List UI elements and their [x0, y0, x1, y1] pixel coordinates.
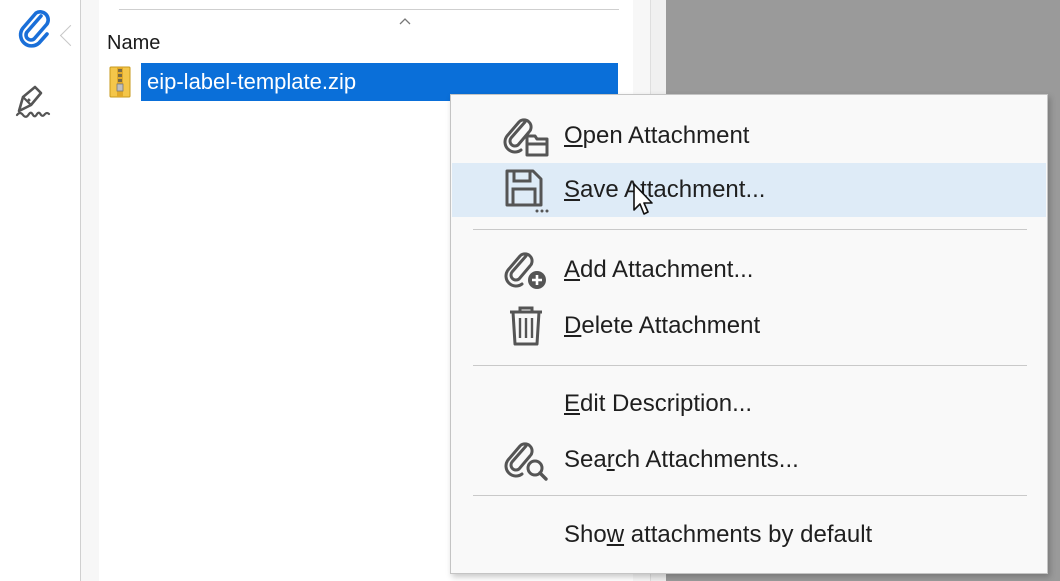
active-pane-pointer	[59, 24, 82, 47]
column-header-name[interactable]: Name	[107, 32, 160, 55]
menu-separator	[473, 495, 1027, 496]
pen-signature-icon	[15, 85, 51, 118]
menu-item-add-attachment[interactable]: Add Attachment...	[452, 243, 1046, 297]
menu-separator	[473, 365, 1027, 366]
menu-item-label: Search Attachments...	[564, 446, 799, 473]
menu-separator	[473, 229, 1027, 230]
mouse-cursor-icon	[633, 183, 653, 215]
menu-item-label: Open Attachment	[564, 122, 750, 149]
paperclip-icon	[18, 10, 50, 48]
menu-item-show-attachments-by-default[interactable]: Show attachments by default	[452, 508, 1046, 562]
zip-file-icon	[109, 66, 131, 98]
menu-item-open-attachment[interactable]: Open Attachment	[452, 109, 1046, 163]
menu-item-label: Delete Attachment	[564, 312, 761, 339]
sort-ascending-icon	[399, 18, 411, 25]
paperclip-open-icon	[500, 112, 552, 160]
menu-item-label: Save Attachment...	[564, 176, 766, 203]
paperclip-add-icon	[500, 246, 552, 294]
menu-item-label: Add Attachment...	[564, 256, 754, 283]
menu-item-delete-attachment[interactable]: Delete Attachment	[452, 299, 1046, 353]
list-header-divider	[119, 9, 619, 10]
menu-item-label: Show attachments by default	[564, 521, 873, 548]
navigation-rail	[0, 0, 82, 581]
trash-icon	[500, 302, 552, 350]
menu-item-label: Edit Description...	[564, 390, 753, 417]
floppy-save-icon	[500, 166, 552, 214]
menu-item-save-attachment[interactable]: Save Attachment...	[452, 163, 1046, 217]
rail-signatures-button[interactable]	[6, 73, 62, 129]
menu-item-edit-description[interactable]: Edit Description...	[452, 377, 1046, 431]
rail-attachments-button[interactable]	[6, 0, 62, 56]
paperclip-search-icon	[500, 436, 552, 484]
context-menu: Open Attachment Save Attachment... Add A…	[450, 94, 1048, 574]
menu-item-search-attachments[interactable]: Search Attachments...	[452, 433, 1046, 487]
